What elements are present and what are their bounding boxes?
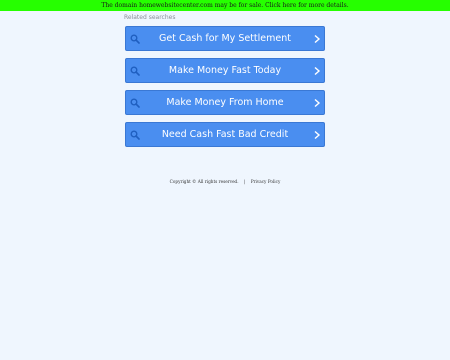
page-footer: Copyright © All rights reserved. | Priva… xyxy=(0,179,450,184)
banner-text[interactable]: The domain homewebsitecenter.com may be … xyxy=(101,2,348,9)
related-search-button[interactable]: Get Cash for My Settlement xyxy=(125,26,325,51)
privacy-policy-link[interactable]: Privacy Policy xyxy=(251,179,281,184)
related-search-button[interactable]: Make Money Fast Today xyxy=(125,58,325,83)
chevron-right-icon xyxy=(314,66,321,76)
related-searches-label: Related searches xyxy=(124,14,176,21)
related-search-label: Get Cash for My Settlement xyxy=(159,33,291,44)
related-search-button[interactable]: Need Cash Fast Bad Credit xyxy=(125,122,325,147)
related-search-label: Make Money Fast Today xyxy=(168,65,282,76)
chevron-right-icon xyxy=(314,98,321,108)
footer-separator: | xyxy=(243,179,246,184)
domain-sale-banner[interactable]: The domain homewebsitecenter.com may be … xyxy=(0,0,450,11)
chevron-right-icon xyxy=(314,34,321,44)
related-search-button[interactable]: Make Money From Home xyxy=(125,90,325,115)
chevron-right-icon xyxy=(314,130,321,140)
copyright-text: Copyright © All rights reserved. xyxy=(169,179,239,184)
related-search-label: Need Cash Fast Bad Credit xyxy=(161,129,289,140)
related-search-label: Make Money From Home xyxy=(166,97,284,108)
